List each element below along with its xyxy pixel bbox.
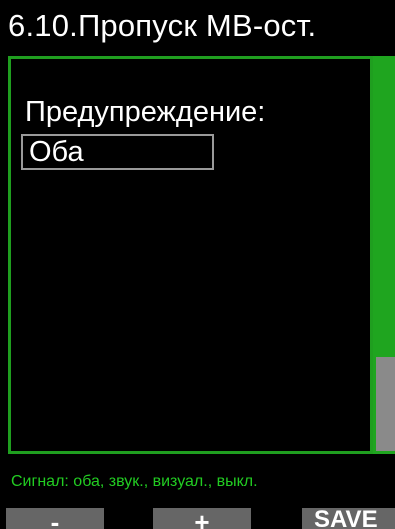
warning-value-text: Оба	[29, 136, 84, 168]
page-title: 6.10.Пропуск МВ-ост.	[8, 8, 317, 43]
warning-setting-label: Предупреждение:	[25, 96, 266, 128]
warning-value-selector[interactable]: Оба	[21, 134, 214, 170]
save-button[interactable]: SAVE	[302, 508, 395, 529]
minus-button[interactable]: -	[6, 508, 104, 529]
title-bar: 6.10.Пропуск МВ-ост.	[0, 0, 395, 52]
scrollbar-thumb[interactable]	[376, 357, 395, 451]
hint-bar: Сигнал: оба, звук., визуал., выкл.	[0, 458, 395, 504]
plus-button[interactable]: +	[153, 508, 251, 529]
options-hint: Сигнал: оба, звук., визуал., выкл.	[11, 473, 258, 490]
